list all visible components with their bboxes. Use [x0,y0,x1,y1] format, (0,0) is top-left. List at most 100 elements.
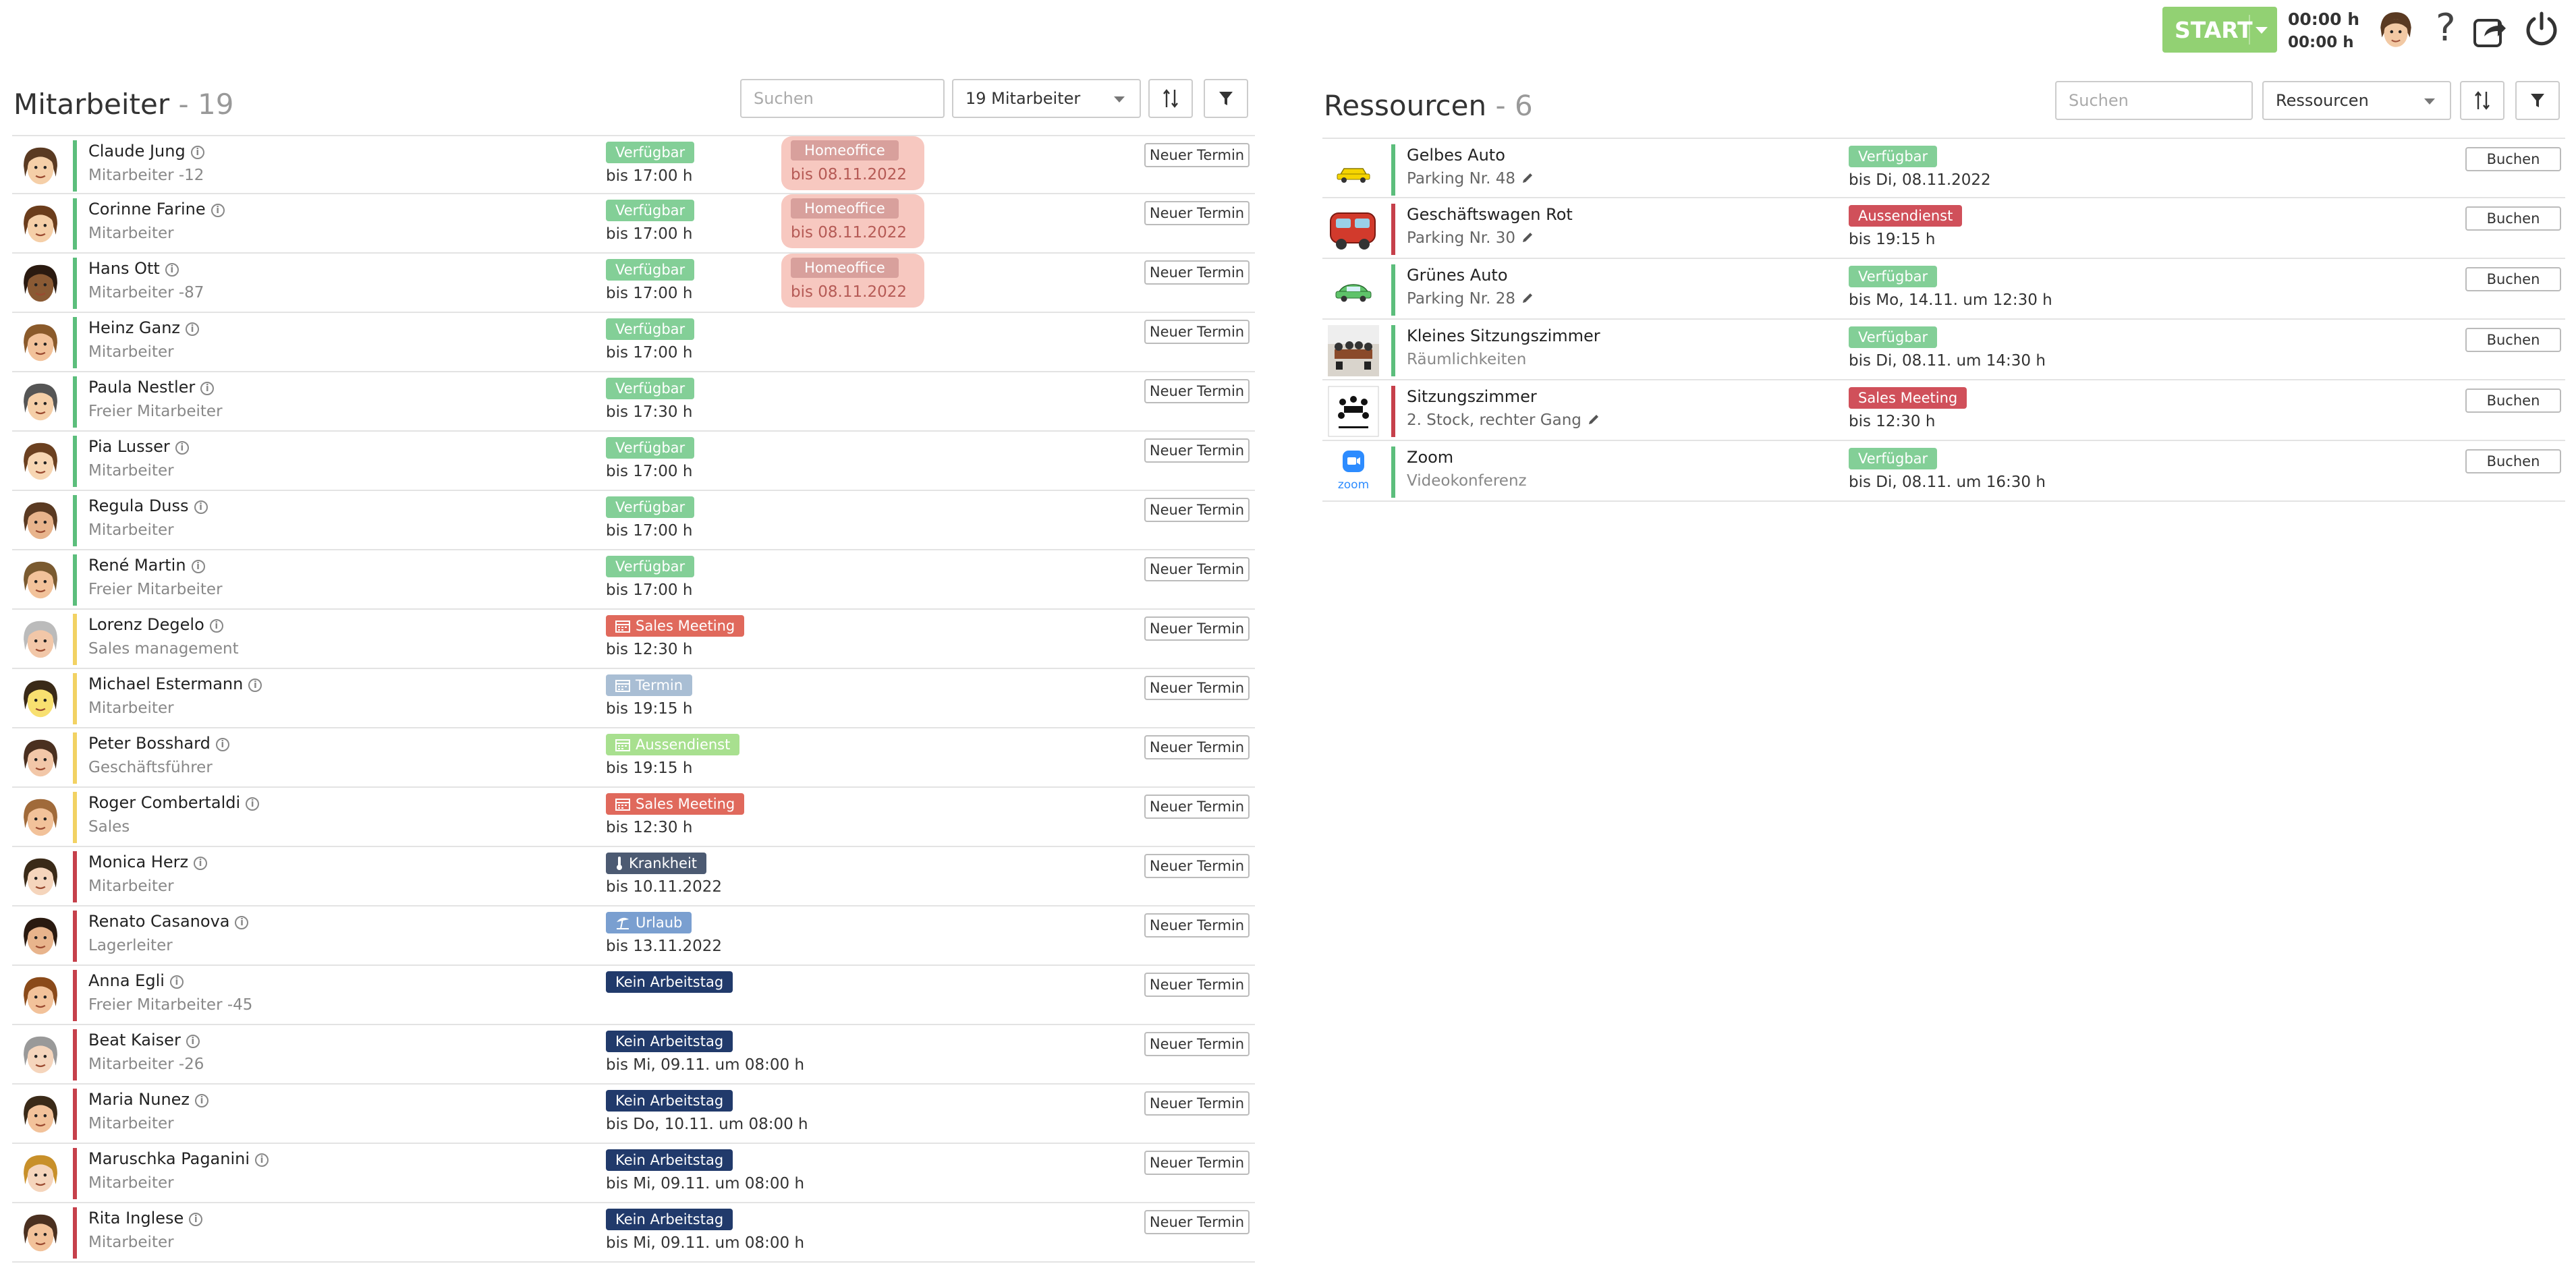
employee-row-monica-herz[interactable]: Monica Herz i Mitarbeiter Krankheit bis 10.1… [12,847,1255,906]
employee-name[interactable]: Anna Egli i [88,971,184,990]
employee-name[interactable]: Maruschka Paganini i [88,1149,269,1168]
info-icon[interactable]: i [211,204,225,217]
employee-name[interactable]: Maria Nunez i [88,1090,209,1109]
new-appointment-button[interactable]: Neuer Termin [1144,379,1250,403]
new-appointment-button[interactable]: Neuer Termin [1144,438,1250,463]
employee-name[interactable]: Monica Herz i [88,853,208,871]
employee-row-michael-estermann[interactable]: Michael Estermann i Mitarbeiter Termin bis 1… [12,669,1255,728]
employee-row-lorenz-degelo[interactable]: Lorenz Degelo i Sales management Sales Meet… [12,610,1255,669]
new-appointment-button[interactable]: Neuer Termin [1144,854,1250,878]
resource-row-geschaftswagen-rot[interactable]: Geschäftswagen Rot Parking Nr. 30 Aussendi… [1322,198,2565,259]
power-icon[interactable] [2522,9,2561,49]
info-icon[interactable]: i [169,975,184,989]
employee-name[interactable]: René Martin i [88,556,205,575]
resource-row-gelbes-auto[interactable]: Gelbes Auto Parking Nr. 48 Verfügbar bis Di… [1322,138,2565,198]
new-appointment-button[interactable]: Neuer Termin [1144,1091,1250,1116]
new-appointment-button[interactable]: Neuer Termin [1144,1032,1250,1056]
resource-filter-select[interactable]: Ressourcen [2262,81,2451,120]
info-icon[interactable]: i [255,1153,269,1167]
info-icon[interactable]: i [209,619,223,633]
info-icon[interactable]: i [248,679,262,692]
info-icon[interactable]: i [235,916,249,929]
info-icon[interactable]: i [190,146,204,159]
chevron-down-icon[interactable] [2256,27,2268,34]
employee-name[interactable]: Peter Bosshard i [88,734,229,753]
resource-row-kleines-sitzungszimmer[interactable]: Kleines Sitzungszimmer Räumlichkeiten Verf… [1322,320,2565,380]
info-icon[interactable]: i [195,1094,209,1107]
new-appointment-button[interactable]: Neuer Termin [1144,498,1250,522]
info-icon[interactable]: i [175,441,189,455]
employee-row-beat-kaiser[interactable]: Beat Kaiser i Mitarbeiter -26 Kein Arbeitst… [12,1025,1255,1085]
employee-row-roger-combertaldi[interactable]: Roger Combertaldi i Sales Sales Meeting bis … [12,788,1255,847]
new-appointment-button[interactable]: Neuer Termin [1144,735,1250,759]
new-appointment-button[interactable]: Neuer Termin [1144,795,1250,819]
book-button[interactable]: Buchen [2465,267,2561,291]
employee-row-renato-casanova[interactable]: Renato Casanova i Lagerleiter Urlaub bis 13.… [12,906,1255,966]
info-icon[interactable]: i [215,738,229,751]
resource-row-sitzungszimmer[interactable]: Sitzungszimmer 2. Stock, rechter Gang Sale… [1322,380,2565,441]
employee-name[interactable]: Heinz Ganz i [88,318,200,337]
new-appointment-button[interactable]: Neuer Termin [1144,616,1250,641]
info-icon[interactable]: i [194,857,208,870]
info-icon[interactable]: i [191,560,205,573]
employee-name[interactable]: Roger Combertaldi i [88,793,260,812]
employee-name[interactable]: Michael Estermann i [88,674,262,693]
info-icon[interactable]: i [186,1035,200,1048]
employee-filter-button[interactable] [1204,79,1248,118]
employee-name[interactable]: Pia Lusser i [88,437,189,456]
new-appointment-button[interactable]: Neuer Termin [1144,320,1250,344]
resource-row-zoom[interactable]: zoom Zoom Videokonferenz Verfügbar bis Di, 0… [1322,441,2565,502]
employee-name[interactable]: Renato Casanova i [88,912,249,931]
employee-row-claude-jung[interactable]: Claude Jung i Mitarbeiter -12 Verfügbar bis … [12,135,1255,194]
employee-row-rene-martin[interactable]: René Martin i Freier Mitarbeiter Verfügbar b… [12,550,1255,610]
info-icon[interactable]: i [246,797,260,811]
resource-search-input[interactable]: Suchen [2055,81,2253,120]
book-button[interactable]: Buchen [2465,328,2561,352]
pencil-icon[interactable] [1521,291,1534,305]
resource-sort-button[interactable] [2460,81,2504,120]
logout-share-icon[interactable] [2471,12,2509,50]
employee-name[interactable]: Lorenz Degelo i [88,615,223,634]
new-appointment-button[interactable]: Neuer Termin [1144,973,1250,997]
pencil-icon[interactable] [1521,171,1534,185]
info-icon[interactable]: i [186,322,200,336]
employee-name[interactable]: Hans Ott i [88,259,179,278]
pencil-icon[interactable] [1587,413,1600,426]
employee-row-hans-ott[interactable]: Hans Ott i Mitarbeiter -87 Verfügbar bis 17:… [12,254,1255,313]
employee-name[interactable]: Rita Inglese i [88,1209,203,1228]
start-button[interactable]: START [2162,7,2277,53]
book-button[interactable]: Buchen [2465,449,2561,473]
book-button[interactable]: Buchen [2465,388,2561,413]
employee-filter-select[interactable]: 19 Mitarbeiter [952,79,1141,118]
resource-row-grunes-auto[interactable]: Grünes Auto Parking Nr. 28 Verfügbar bis Mo… [1322,259,2565,320]
new-appointment-button[interactable]: Neuer Termin [1144,913,1250,938]
employee-name[interactable]: Corinne Farine i [88,200,225,219]
employee-row-rita-inglese[interactable]: Rita Inglese i Mitarbeiter Kein Arbeitstag b… [12,1203,1255,1263]
info-icon[interactable]: i [189,1213,203,1226]
help-icon[interactable]: ? [2436,7,2456,50]
employee-name[interactable]: Paula Nestler i [88,378,215,397]
employee-row-maria-nunez[interactable]: Maria Nunez i Mitarbeiter Kein Arbeitstag bi… [12,1085,1255,1144]
new-appointment-button[interactable]: Neuer Termin [1144,557,1250,581]
info-icon[interactable]: i [200,382,215,395]
resource-filter-button[interactable] [2515,81,2560,120]
employee-name[interactable]: Regula Duss i [88,496,208,515]
info-icon[interactable]: i [165,263,179,277]
user-avatar[interactable] [2375,9,2417,51]
new-appointment-button[interactable]: Neuer Termin [1144,260,1250,285]
employee-search-input[interactable]: Suchen [740,79,945,118]
new-appointment-button[interactable]: Neuer Termin [1144,1151,1250,1175]
employee-sort-button[interactable] [1148,79,1193,118]
employee-row-maruschka-paganini[interactable]: Maruschka Paganini i Mitarbeiter Kein Arbei… [12,1144,1255,1203]
employee-name[interactable]: Beat Kaiser i [88,1031,200,1049]
new-appointment-button[interactable]: Neuer Termin [1144,201,1250,225]
employee-row-pia-lusser[interactable]: Pia Lusser i Mitarbeiter Verfügbar bis 17:00… [12,432,1255,491]
employee-row-paula-nestler[interactable]: Paula Nestler i Freier Mitarbeiter Verfügba… [12,372,1255,432]
book-button[interactable]: Buchen [2465,206,2561,231]
employee-row-anna-egli[interactable]: Anna Egli i Freier Mitarbeiter -45 Kein Arb… [12,966,1255,1025]
pencil-icon[interactable] [1521,231,1534,244]
employee-row-corinne-farine[interactable]: Corinne Farine i Mitarbeiter Verfügbar bis 1… [12,194,1255,254]
new-appointment-button[interactable]: Neuer Termin [1144,143,1250,167]
employee-row-heinz-ganz[interactable]: Heinz Ganz i Mitarbeiter Verfügbar bis 17:00… [12,313,1255,372]
employee-row-regula-duss[interactable]: Regula Duss i Mitarbeiter Verfügbar bis 17:0… [12,491,1255,550]
